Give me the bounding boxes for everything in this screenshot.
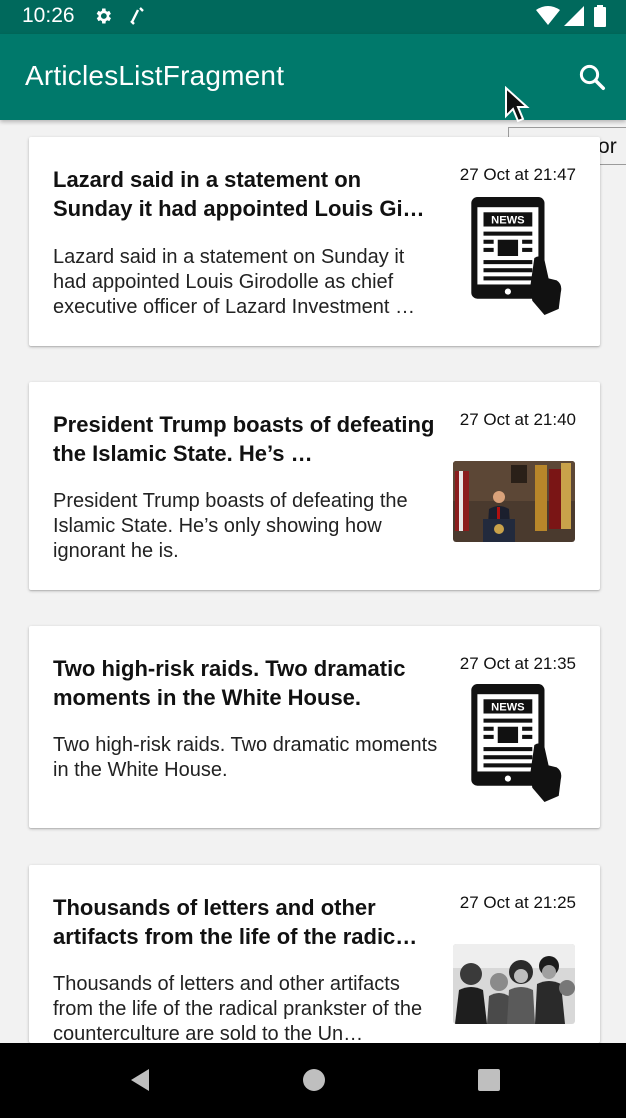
sync-icon xyxy=(130,7,144,25)
article-date: 27 Oct at 21:25 xyxy=(459,893,576,912)
system-navigation-bar xyxy=(0,1043,626,1118)
article-card[interactable]: Two high-risk raids. Two dramatic moment… xyxy=(29,626,600,828)
recents-icon[interactable] xyxy=(476,1067,502,1093)
status-time: 10:26 xyxy=(22,4,75,27)
svg-text:NEWS: NEWS xyxy=(491,701,525,713)
article-card[interactable]: President Trump boasts of defeating the … xyxy=(29,382,600,590)
status-bar: 10:26 xyxy=(0,0,626,34)
back-icon[interactable] xyxy=(127,1067,153,1093)
news-tablet-icon: NEWS xyxy=(471,197,562,315)
article-date: 27 Oct at 21:35 xyxy=(459,654,576,673)
press-conference-photo xyxy=(453,461,575,542)
app-bar: ArticlesListFragment xyxy=(0,34,626,120)
crowd-bw-photo xyxy=(453,944,575,1024)
news-tablet-icon: NEWS xyxy=(471,684,562,802)
article-headline: Two high-risk raids. Two dramatic moment… xyxy=(53,656,406,710)
settings-gear-icon xyxy=(96,8,111,24)
mouse-pointer-icon xyxy=(505,86,530,123)
battery-icon xyxy=(594,5,606,27)
article-summary: Thousands of letters and other artifacts… xyxy=(53,973,423,1045)
article-headline: Lazard said in a statement on Sunday it … xyxy=(53,167,425,221)
cellular-signal-icon xyxy=(564,6,584,26)
article-date: 27 Oct at 21:47 xyxy=(459,165,576,184)
app-bar-title: ArticlesListFragment xyxy=(25,60,285,91)
article-summary: Two high-risk raids. Two dramatic moment… xyxy=(53,734,438,781)
article-summary: President Trump boasts of defeating the … xyxy=(53,490,408,562)
svg-text:NEWS: NEWS xyxy=(491,214,525,226)
article-headline: Thousands of letters and other artifacts… xyxy=(53,895,418,949)
home-icon[interactable] xyxy=(301,1067,327,1093)
article-summary: Lazard said in a statement on Sunday it … xyxy=(53,246,416,318)
article-headline: President Trump boasts of defeating the … xyxy=(53,412,435,466)
article-date: 27 Oct at 21:40 xyxy=(459,410,576,429)
search-icon[interactable] xyxy=(577,62,607,92)
article-card[interactable]: Lazard said in a statement on Sunday it … xyxy=(29,137,600,346)
wifi-icon xyxy=(536,6,560,25)
article-card[interactable]: Thousands of letters and other artifacts… xyxy=(29,865,600,1045)
